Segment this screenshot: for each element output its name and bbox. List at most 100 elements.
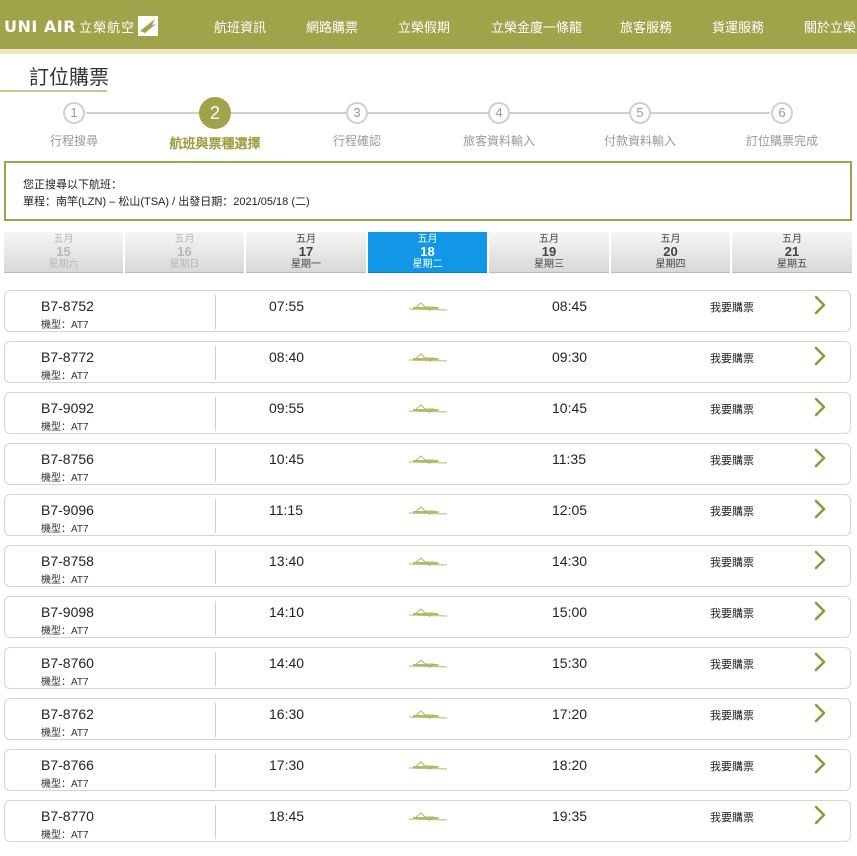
step-2-circle: 2 bbox=[199, 97, 231, 129]
date-tab-17[interactable]: 五月 17 星期一 bbox=[246, 232, 366, 273]
aircraft-type: 機型：AT7 bbox=[41, 728, 89, 739]
chevron-right-icon[interactable] bbox=[813, 346, 827, 366]
buy-ticket-button[interactable]: 我要購票 bbox=[710, 605, 754, 621]
site-header: UNI AIR 立榮航空 航班資訊 網路購票 立榮假期 立榮金廈一條龍 旅客服務… bbox=[0, 0, 857, 49]
buy-ticket-button[interactable]: 我要購票 bbox=[710, 809, 754, 825]
buy-ticket-button[interactable]: 我要購票 bbox=[710, 452, 754, 468]
departure-time: 16:30 bbox=[269, 706, 305, 722]
chevron-right-icon[interactable] bbox=[813, 652, 827, 672]
airplane-icon bbox=[407, 708, 449, 720]
aircraft-type: 機型：AT7 bbox=[41, 371, 89, 382]
search-summary: 您正搜尋以下航班： 單程：南竿(LZN) – 松山(TSA) / 出發日期：20… bbox=[4, 161, 852, 221]
buy-ticket-button[interactable]: 我要購票 bbox=[710, 503, 754, 519]
flight-row[interactable]: B7-8760 機型：AT7 14:40 15:30 我要購票 bbox=[4, 647, 851, 689]
buy-ticket-button[interactable]: 我要購票 bbox=[710, 299, 754, 315]
flight-number: B7-8766 bbox=[41, 757, 94, 773]
flight-number: B7-8772 bbox=[41, 349, 94, 365]
airplane-icon bbox=[407, 555, 449, 567]
date-tab-18[interactable]: 五月 18 星期二 bbox=[368, 232, 487, 273]
date-tab-19[interactable]: 五月 19 星期三 bbox=[489, 232, 609, 273]
buy-ticket-button[interactable]: 我要購票 bbox=[710, 554, 754, 570]
aircraft-type: 機型：AT7 bbox=[41, 779, 89, 790]
chevron-right-icon[interactable] bbox=[813, 499, 827, 519]
flight-row[interactable]: B7-8758 機型：AT7 13:40 14:30 我要購票 bbox=[4, 545, 851, 587]
nav-holidays[interactable]: 立榮假期 bbox=[398, 17, 450, 36]
departure-time: 07:55 bbox=[269, 298, 305, 314]
flight-number: B7-9092 bbox=[41, 400, 94, 416]
chevron-right-icon[interactable] bbox=[813, 703, 827, 723]
airplane-icon bbox=[407, 759, 449, 771]
airplane-icon bbox=[407, 810, 449, 822]
aircraft-type: 機型：AT7 bbox=[41, 626, 89, 637]
departure-time: 14:40 bbox=[269, 655, 305, 671]
date-weekday: 星期三 bbox=[534, 259, 564, 270]
arrival-time: 12:05 bbox=[552, 502, 588, 518]
date-day: 16 bbox=[177, 244, 192, 259]
row-divider bbox=[215, 601, 216, 635]
flight-row[interactable]: B7-8766 機型：AT7 17:30 18:20 我要購票 bbox=[4, 749, 851, 791]
chevron-right-icon[interactable] bbox=[813, 295, 827, 315]
buy-ticket-button[interactable]: 我要購票 bbox=[710, 350, 754, 366]
buy-ticket-button[interactable]: 我要購票 bbox=[710, 401, 754, 417]
page-title: 訂位購票 bbox=[29, 67, 109, 89]
nav-online-booking[interactable]: 網路購票 bbox=[306, 17, 358, 36]
flight-row[interactable]: B7-9098 機型：AT7 14:10 15:00 我要購票 bbox=[4, 596, 851, 638]
date-weekday: 星期日 bbox=[169, 259, 200, 270]
nav-flight-info[interactable]: 航班資訊 bbox=[214, 17, 266, 36]
flight-row[interactable]: B7-9096 機型：AT7 11:15 12:05 我要購票 bbox=[4, 494, 851, 536]
arrival-time: 08:45 bbox=[552, 298, 588, 314]
date-weekday: 星期二 bbox=[412, 259, 443, 270]
departure-time: 14:10 bbox=[269, 604, 305, 620]
departure-time: 11:15 bbox=[269, 502, 303, 518]
chevron-right-icon[interactable] bbox=[813, 397, 827, 417]
arrival-time: 19:35 bbox=[552, 808, 588, 824]
flight-row[interactable]: B7-8762 機型：AT7 16:30 17:20 我要購票 bbox=[4, 698, 851, 740]
chevron-right-icon[interactable] bbox=[813, 601, 827, 621]
row-divider bbox=[215, 295, 216, 329]
arrival-time: 15:00 bbox=[552, 604, 588, 620]
aircraft-type: 機型：AT7 bbox=[41, 422, 89, 433]
buy-ticket-button[interactable]: 我要購票 bbox=[710, 707, 754, 723]
flight-number: B7-9098 bbox=[41, 604, 94, 620]
flight-number: B7-8760 bbox=[41, 655, 94, 671]
departure-time: 08:40 bbox=[269, 349, 305, 365]
flight-number: B7-8752 bbox=[41, 298, 94, 314]
aircraft-type: 機型：AT7 bbox=[41, 524, 89, 535]
step-4-label: 旅客資料輸入 bbox=[462, 134, 536, 148]
chevron-right-icon[interactable] bbox=[813, 754, 827, 774]
date-tab-20[interactable]: 五月 20 星期四 bbox=[611, 232, 730, 273]
row-divider bbox=[215, 652, 216, 686]
steps-progress-line bbox=[86, 112, 770, 114]
flight-row[interactable]: B7-8756 機型：AT7 10:45 11:35 我要購票 bbox=[4, 443, 851, 485]
departure-time: 17:30 bbox=[269, 757, 305, 773]
chevron-right-icon[interactable] bbox=[813, 448, 827, 468]
chevron-right-icon[interactable] bbox=[813, 550, 827, 570]
step-1-label: 行程搜尋 bbox=[49, 134, 99, 148]
buy-ticket-button[interactable]: 我要購票 bbox=[710, 656, 754, 672]
buy-ticket-button[interactable]: 我要購票 bbox=[710, 758, 754, 774]
arrival-time: 14:30 bbox=[552, 553, 588, 569]
step-6-circle: 6 bbox=[771, 102, 793, 124]
flight-row[interactable]: B7-9092 機型：AT7 09:55 10:45 我要購票 bbox=[4, 392, 851, 434]
aircraft-type: 機型：AT7 bbox=[41, 830, 89, 841]
date-day: 15 bbox=[56, 244, 71, 259]
nav-kinmen-xiamen[interactable]: 立榮金廈一條龍 bbox=[491, 17, 582, 36]
airplane-icon bbox=[407, 300, 449, 312]
departure-time: 10:45 bbox=[269, 451, 305, 467]
arrival-time: 17:20 bbox=[552, 706, 588, 722]
chevron-right-icon[interactable] bbox=[813, 805, 827, 825]
aircraft-type: 機型：AT7 bbox=[41, 575, 89, 586]
flight-row[interactable]: B7-8770 機型：AT7 18:45 19:35 我要購票 bbox=[4, 800, 851, 842]
arrival-time: 10:45 bbox=[552, 400, 588, 416]
nav-about[interactable]: 關於立榮 bbox=[804, 17, 856, 36]
search-summary-details: 單程：南竿(LZN) – 松山(TSA) / 出發日期：2021/05/18 (… bbox=[23, 196, 310, 208]
date-tab-21[interactable]: 五月 21 星期五 bbox=[732, 232, 852, 273]
step-6-label: 訂位購票完成 bbox=[745, 134, 819, 148]
date-day: 19 bbox=[541, 244, 557, 259]
flight-row[interactable]: B7-8752 機型：AT7 07:55 08:45 我要購票 bbox=[4, 290, 851, 332]
nav-cargo[interactable]: 貨運服務 bbox=[712, 17, 764, 36]
row-divider bbox=[215, 448, 216, 482]
flight-row[interactable]: B7-8772 機型：AT7 08:40 09:30 我要購票 bbox=[4, 341, 851, 383]
arrival-time: 11:35 bbox=[552, 451, 586, 467]
nav-passenger-service[interactable]: 旅客服務 bbox=[620, 17, 672, 36]
